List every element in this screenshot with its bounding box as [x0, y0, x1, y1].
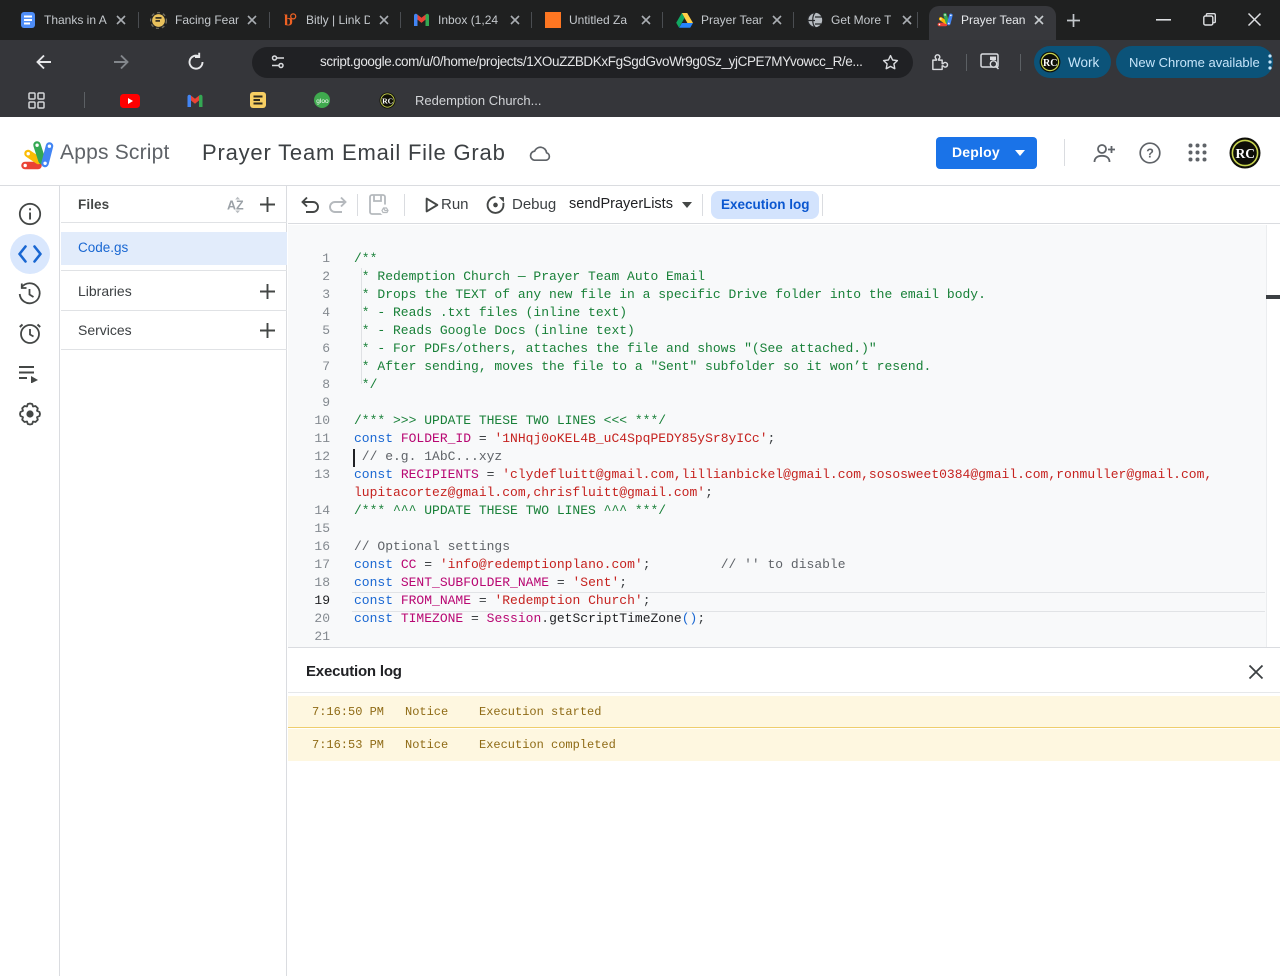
svg-text:?: ?: [1146, 147, 1154, 161]
svg-text:RC: RC: [1236, 146, 1256, 161]
svg-text:gloo: gloo: [316, 98, 329, 105]
svg-text:RC: RC: [382, 97, 393, 106]
svg-text:RC: RC: [1043, 58, 1057, 69]
svg-text:AZ: AZ: [227, 199, 244, 213]
